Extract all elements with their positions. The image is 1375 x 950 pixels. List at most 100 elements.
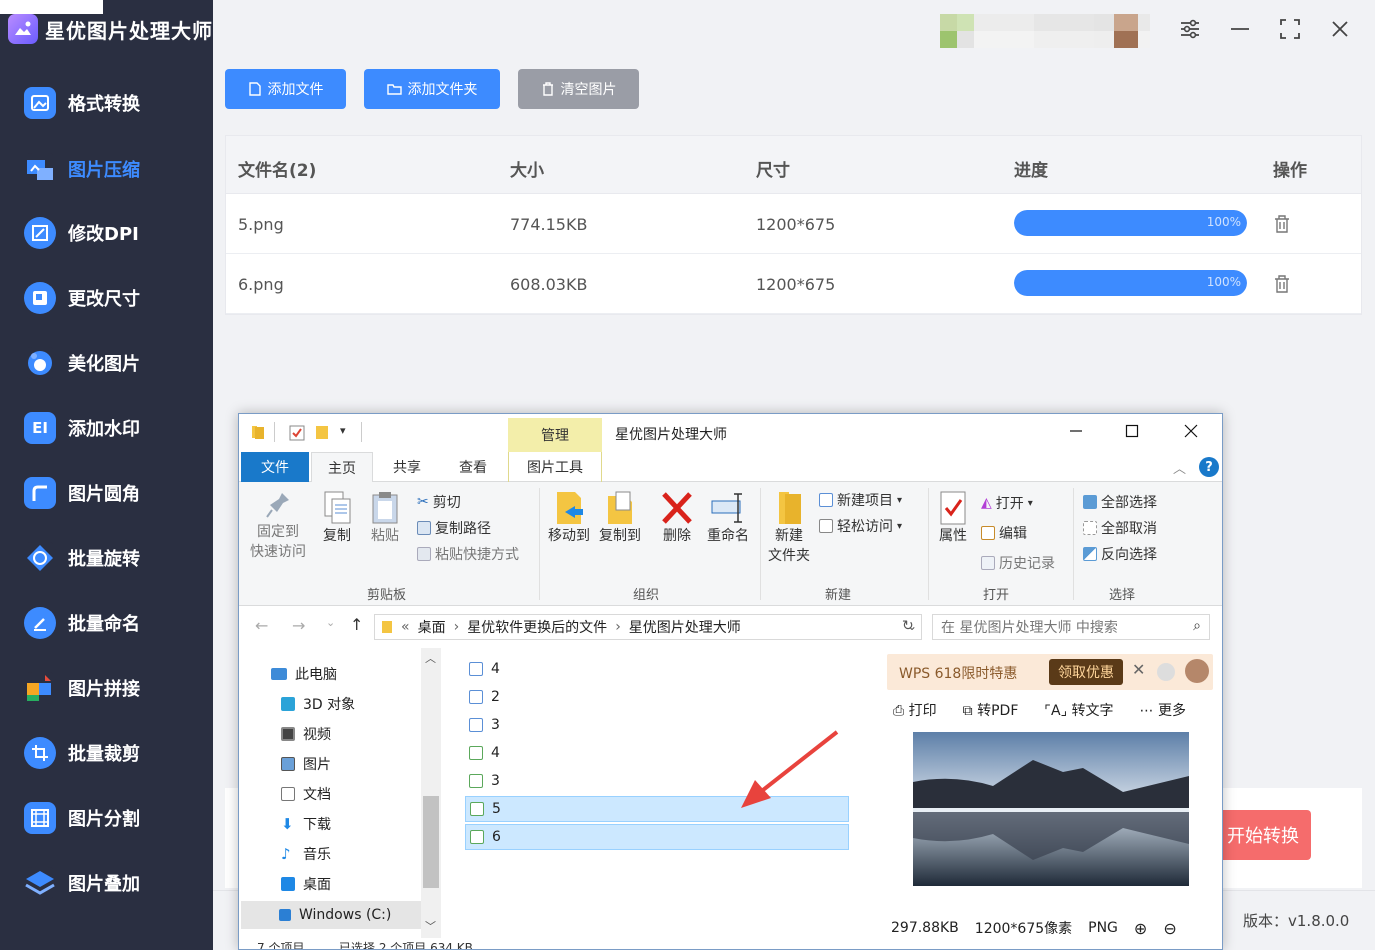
- zoom-in-icon[interactable]: ⊕: [1134, 919, 1147, 938]
- quick-access-dropdown-icon[interactable]: ▾: [340, 424, 346, 437]
- explorer-close-icon[interactable]: [1184, 424, 1198, 438]
- nav-item-pictures[interactable]: 图片: [281, 754, 331, 774]
- more-button[interactable]: ⋯ 更多: [1140, 700, 1186, 720]
- paste-button[interactable]: 粘贴: [365, 490, 405, 546]
- collapse-ribbon-icon[interactable]: ︿: [1173, 458, 1186, 477]
- sidebar-item-watermark[interactable]: EI 添加水印: [0, 395, 213, 460]
- to-text-button[interactable]: ⌜A⌟ 转文字: [1044, 700, 1113, 720]
- settings-hex-icon[interactable]: [1157, 663, 1175, 681]
- add-file-button[interactable]: 添加文件: [225, 69, 346, 109]
- nav-item-documents[interactable]: 文档: [281, 784, 331, 804]
- breadcrumb-folder[interactable]: 星优软件更换后的文件: [467, 617, 607, 637]
- copy-to-button[interactable]: 复制到: [595, 490, 645, 546]
- properties-check-icon[interactable]: [289, 425, 305, 441]
- image-preview: [913, 732, 1189, 886]
- scroll-down-icon[interactable]: ﹀: [425, 918, 436, 934]
- tab-share[interactable]: 共享: [377, 452, 437, 482]
- minimize-icon[interactable]: [1227, 16, 1253, 42]
- copy-path-icon: [417, 521, 431, 535]
- nav-item-downloads[interactable]: ⬇ 下载: [281, 814, 331, 834]
- close-icon[interactable]: [1327, 16, 1353, 42]
- sidebar-item-crop[interactable]: 批量裁剪: [0, 720, 213, 785]
- nav-item-windows-c[interactable]: Windows (C:): [241, 901, 421, 929]
- scroll-up-icon[interactable]: ︿: [425, 650, 436, 666]
- sidebar-item-format-convert[interactable]: 格式转换: [0, 70, 213, 135]
- cut-button[interactable]: ✂ 剪切: [417, 492, 461, 512]
- edit-button[interactable]: 编辑: [981, 523, 1027, 543]
- add-folder-button[interactable]: 添加文件夹: [364, 69, 500, 109]
- list-item[interactable]: 4: [465, 656, 849, 682]
- tab-view[interactable]: 查看: [443, 452, 503, 482]
- version-text: 版本：v1.8.0.0: [1243, 912, 1350, 930]
- nav-scrollbar[interactable]: ︿ ﹀: [421, 648, 441, 938]
- sidebar-item-stitch[interactable]: 图片拼接: [0, 655, 213, 720]
- zoom-out-icon[interactable]: ⊖: [1163, 919, 1176, 938]
- search-input[interactable]: 在 星优图片处理大师 中搜索 ⌕: [932, 614, 1210, 640]
- delete-row-icon[interactable]: [1274, 275, 1290, 293]
- format-convert-icon: [24, 86, 56, 119]
- nav-item-this-pc[interactable]: 此电脑: [271, 664, 337, 684]
- manage-tab[interactable]: 管理: [508, 418, 602, 452]
- list-item[interactable]: 2: [465, 684, 849, 710]
- copy-icon: [324, 491, 351, 524]
- to-pdf-button[interactable]: ⧉ 转PDF: [963, 700, 1019, 720]
- sidebar-item-rename[interactable]: 批量命名: [0, 590, 213, 655]
- recent-locations-icon[interactable]: ⌄: [326, 616, 335, 629]
- properties-button[interactable]: 属性: [933, 490, 973, 546]
- pin-quick-access-button[interactable]: 固定到 快速访问: [245, 490, 311, 562]
- refresh-icon[interactable]: ↻: [902, 618, 914, 634]
- copy-button[interactable]: 复制: [317, 490, 357, 546]
- sidebar-item-dpi[interactable]: 修改DPI: [0, 200, 213, 265]
- forward-arrow-icon[interactable]: →: [292, 616, 305, 635]
- copy-path-button[interactable]: 复制路径: [417, 518, 491, 538]
- nav-item-3d-objects[interactable]: 3D 对象: [281, 694, 355, 714]
- paste-shortcut-button[interactable]: 粘贴快捷方式: [417, 544, 519, 564]
- maximize-icon[interactable]: [1277, 16, 1303, 42]
- clear-images-button[interactable]: 清空图片: [518, 69, 639, 109]
- print-button[interactable]: ⎙ 打印: [893, 700, 937, 720]
- sidebar-item-layers[interactable]: 图片叠加: [0, 850, 213, 915]
- address-bar[interactable]: « 桌面 › 星优软件更换后的文件 › 星优图片处理大师 ⌄: [374, 614, 922, 640]
- layers-icon: [24, 866, 56, 899]
- new-item-button[interactable]: 新建项目 ▾: [819, 490, 902, 510]
- nav-item-music[interactable]: ♪ 音乐: [281, 844, 331, 864]
- sidebar-item-compress[interactable]: 图片压缩: [0, 136, 213, 201]
- tab-picture-tools[interactable]: 图片工具: [508, 452, 602, 482]
- sidebar-item-beautify[interactable]: 美化图片: [0, 330, 213, 395]
- move-to-icon: [557, 492, 583, 524]
- user-avatar[interactable]: [1185, 659, 1209, 683]
- settings-sliders-icon[interactable]: [1177, 16, 1203, 42]
- move-to-button[interactable]: 移动到: [544, 490, 594, 546]
- nav-scroll-thumb[interactable]: [423, 796, 439, 888]
- breadcrumb-current[interactable]: 星优图片处理大师: [629, 617, 741, 637]
- history-button[interactable]: 历史记录: [981, 553, 1055, 573]
- breadcrumb-desktop[interactable]: 桌面: [418, 617, 446, 637]
- list-item-selected[interactable]: 6: [465, 824, 849, 850]
- up-arrow-icon[interactable]: ↑: [350, 615, 363, 634]
- claim-discount-button[interactable]: 领取优惠: [1049, 659, 1123, 685]
- help-icon[interactable]: ?: [1199, 457, 1219, 477]
- tab-file[interactable]: 文件: [241, 452, 309, 482]
- easy-access-button[interactable]: 轻松访问 ▾: [819, 516, 902, 536]
- delete-row-icon[interactable]: [1274, 215, 1290, 233]
- sidebar-item-rotate[interactable]: 批量旋转: [0, 525, 213, 590]
- header-size: 大小: [510, 161, 544, 181]
- nav-item-desktop[interactable]: 桌面: [281, 874, 331, 894]
- select-all-button[interactable]: 全部选择: [1083, 492, 1157, 512]
- delete-button[interactable]: 删除: [657, 490, 697, 546]
- select-none-button[interactable]: 全部取消: [1083, 518, 1157, 538]
- back-arrow-icon[interactable]: ←: [255, 616, 268, 635]
- open-button[interactable]: ◭ 打开 ▾: [981, 493, 1033, 513]
- sidebar-item-split[interactable]: 图片分割: [0, 785, 213, 850]
- sidebar-item-resize[interactable]: 更改尺寸: [0, 265, 213, 330]
- rename-button[interactable]: 重命名: [703, 490, 753, 546]
- invert-selection-button[interactable]: 反向选择: [1083, 544, 1157, 564]
- sidebar-item-rounded-corner[interactable]: 图片圆角: [0, 460, 213, 525]
- promo-close-icon[interactable]: ✕: [1132, 660, 1145, 679]
- explorer-minimize-icon[interactable]: [1069, 424, 1083, 438]
- explorer-maximize-icon[interactable]: [1125, 424, 1139, 438]
- nav-item-videos[interactable]: 视频: [281, 724, 331, 744]
- new-folder-quick-icon[interactable]: [315, 424, 329, 440]
- new-folder-button[interactable]: 新建 文件夹: [765, 490, 813, 566]
- tab-home[interactable]: 主页: [311, 452, 373, 483]
